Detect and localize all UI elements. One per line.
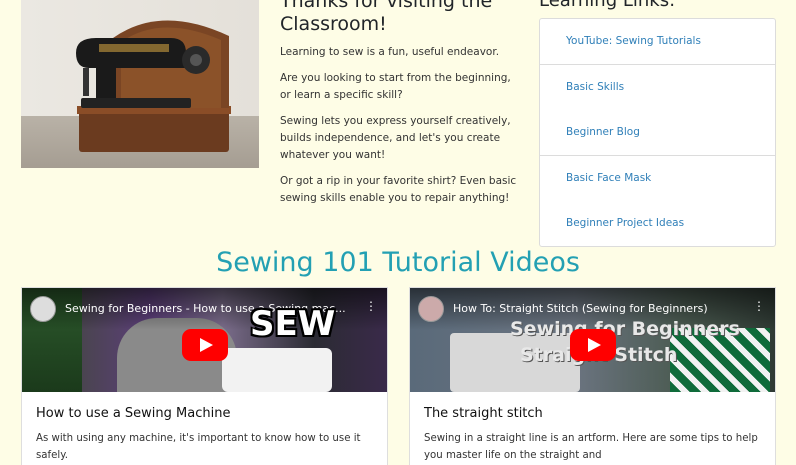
intro-paragraph: Are you looking to start from the beginn… [280,72,511,101]
intro-title: Thanks for visiting the Classroom! [280,0,493,35]
video-card-text: As with using any machine, it's importan… [36,433,361,461]
video-embed[interactable]: Sewing for Beginners - How to use a Sewi… [22,288,387,392]
learning-links: Learning Links: YouTube: Sewing Tutorial… [539,0,776,247]
links-title: Learning Links: [539,0,676,11]
sewing-machine-illustration [76,20,231,152]
link-beginner-blog[interactable]: Beginner Blog [540,110,775,155]
video-card: Sewing for Beginners - How to use a Sewi… [21,287,388,465]
link-basic-face-mask[interactable]: Basic Face Mask [540,155,775,200]
channel-avatar[interactable] [30,296,56,322]
video-card-title: How to use a Sewing Machine [36,406,231,421]
video-embed[interactable]: How To: Straight Stitch (Sewing for Begi… [410,288,775,392]
intro-paragraph: Learning to sew is a fun, useful endeavo… [280,46,500,58]
youtube-play-icon[interactable] [569,329,616,361]
link-basic-skills[interactable]: Basic Skills [540,64,775,109]
videos-section-title: Sewing 101 Tutorial Videos [216,247,580,278]
video-card-text: Sewing in a straight line is an artform.… [424,433,758,461]
video-card-title: The straight stitch [424,406,543,421]
more-vert-icon[interactable]: ⋮ [753,300,765,312]
intro-section: Thanks for visiting the Classroom! Learn… [280,0,520,216]
intro-paragraph: Or got a rip in your favorite shirt? Eve… [280,175,517,204]
channel-avatar[interactable] [418,296,444,322]
links-list: YouTube: Sewing Tutorials Basic Skills B… [539,18,776,247]
more-vert-icon[interactable]: ⋮ [365,300,377,312]
link-beginner-project-ideas[interactable]: Beginner Project Ideas [540,201,775,246]
link-youtube-tutorials[interactable]: YouTube: Sewing Tutorials [540,19,775,64]
video-card: How To: Straight Stitch (Sewing for Begi… [409,287,776,465]
sewing-machine-photo [21,0,259,168]
video-overlay-text: SEW [250,304,336,344]
video-embed-title[interactable]: How To: Straight Stitch (Sewing for Begi… [453,302,708,315]
youtube-play-icon[interactable] [181,329,228,361]
intro-paragraph: Sewing lets you express yourself creativ… [280,115,511,161]
video-overlay-text: Sewing for Beginners [510,318,740,340]
